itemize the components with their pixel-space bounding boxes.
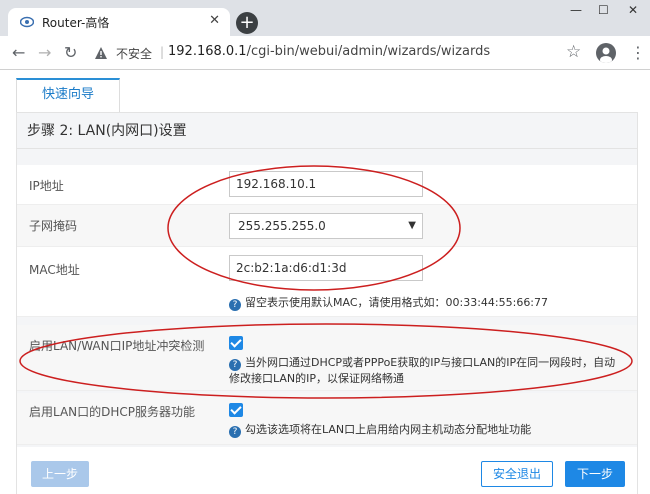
back-arrow-icon[interactable]: ← <box>12 43 25 62</box>
ip-address-input[interactable] <box>229 171 423 197</box>
browser-tab-bar: Router-高恪 ✕ + — ☐ ✕ <box>0 0 650 36</box>
subnet-mask-select[interactable]: 255.255.255.0 ▼ <box>229 213 423 239</box>
subnet-mask-value: 255.255.255.0 <box>238 219 326 233</box>
bookmark-star-icon[interactable]: ☆ <box>566 42 581 62</box>
conflict-label: 启用LAN/WAN口IP地址冲突检测 <box>29 339 205 353</box>
conflict-row: 启用LAN/WAN口IP地址冲突检测 ? 当外网口通过DHCP或者PPPoE获取的… <box>17 325 637 391</box>
maximize-icon[interactable]: ☐ <box>598 3 609 17</box>
tab-close-icon[interactable]: ✕ <box>209 13 220 28</box>
minimize-icon[interactable]: — <box>570 3 582 17</box>
ip-row: IP地址 <box>17 165 637 205</box>
mac-row: MAC地址 ? 留空表示使用默认MAC，请使用格式如：00:33:44:55:66… <box>17 247 637 317</box>
forward-arrow-icon[interactable]: → <box>38 43 51 62</box>
mac-hint-text: 留空表示使用默认MAC，请使用格式如：00:33:44:55:66:77 <box>245 296 549 309</box>
new-tab-button[interactable]: + <box>236 12 258 34</box>
safe-exit-button[interactable]: 安全退出 <box>481 461 553 487</box>
router-page: 快速向导 步骤 2: LAN(内网口)设置 IP地址 子网掩码 255.255.… <box>0 70 650 494</box>
mask-label: 子网掩码 <box>29 219 78 233</box>
conflict-detection-checkbox[interactable] <box>229 336 243 350</box>
question-icon: ? <box>229 299 241 311</box>
wizard-footer: 上一步 安全退出 下一步 <box>17 447 637 494</box>
profile-avatar-icon[interactable] <box>596 43 616 63</box>
next-step-button[interactable]: 下一步 <box>565 461 625 487</box>
mac-address-input[interactable] <box>229 255 423 281</box>
mask-row: 子网掩码 255.255.255.0 ▼ <box>17 205 637 247</box>
browser-menu-icon[interactable]: ⋮ <box>630 43 646 62</box>
tab-title: Router-高恪 <box>42 16 110 30</box>
ip-label: IP地址 <box>29 179 64 193</box>
eye-favicon-icon <box>20 16 34 28</box>
warning-icon <box>95 47 107 59</box>
question-icon: ? <box>229 426 241 438</box>
prev-step-button[interactable]: 上一步 <box>31 461 89 487</box>
wizard-panel: 步骤 2: LAN(内网口)设置 IP地址 子网掩码 255.255.255.0… <box>16 112 638 494</box>
url-omnibox[interactable]: 不安全 | 192.168.0.1/cgi-bin/webui/admin/wi… <box>88 40 558 66</box>
url-separator: | <box>160 45 165 59</box>
conflict-hint-line1: 当外网口通过DHCP或者PPPoE获取的IP与接口LAN的IP在同一网段时，自动 <box>245 356 616 369</box>
tab-quick-wizard[interactable]: 快速向导 <box>16 78 120 112</box>
dhcp-hint: ? 勾选该选项将在LAN口上启用给内网主机动态分配地址功能 <box>229 422 531 438</box>
step-title: 步骤 2: LAN(内网口)设置 <box>17 113 637 149</box>
conflict-hint: ? 当外网口通过DHCP或者PPPoE获取的IP与接口LAN的IP在同一网段时，自… <box>229 355 629 387</box>
conflict-hint-line2: 修改接口LAN的IP，以保证网络畅通 <box>229 372 405 385</box>
dhcp-server-checkbox[interactable] <box>229 403 243 417</box>
dhcp-row: 启用LAN口的DHCP服务器功能 ? 勾选该选项将在LAN口上启用给内网主机动态分… <box>17 393 637 445</box>
url-path: /cgi-bin/webui/admin/wizards/wizards <box>246 44 491 59</box>
not-secure-label: 不安全 <box>116 47 153 61</box>
url-text: 192.168.0.1/cgi-bin/webui/admin/wizards/… <box>168 44 490 59</box>
reload-icon[interactable]: ↻ <box>64 43 77 62</box>
chevron-down-icon: ▼ <box>408 220 416 231</box>
mac-label: MAC地址 <box>29 263 80 277</box>
question-icon: ? <box>229 359 241 371</box>
dhcp-hint-text: 勾选该选项将在LAN口上启用给内网主机动态分配地址功能 <box>245 423 532 436</box>
mac-hint: ? 留空表示使用默认MAC，请使用格式如：00:33:44:55:66:77 <box>229 295 548 311</box>
url-host: 192.168.0.1 <box>168 44 247 59</box>
address-bar: ← → ↻ 不安全 | 192.168.0.1/cgi-bin/webui/ad… <box>0 36 650 70</box>
window-close-icon[interactable]: ✕ <box>628 3 638 17</box>
dhcp-label: 启用LAN口的DHCP服务器功能 <box>29 405 196 419</box>
browser-tab[interactable]: Router-高恪 ✕ <box>8 8 230 36</box>
